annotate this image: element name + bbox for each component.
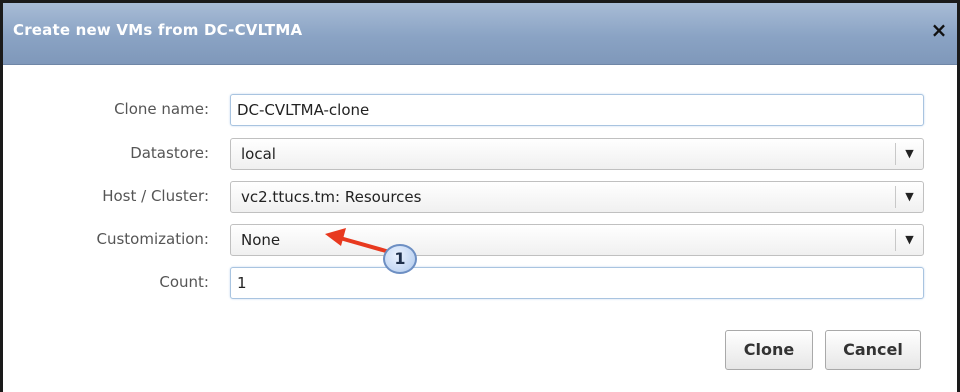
host-cluster-row: Host / Cluster: vc2.ttucs.tm: Resources … <box>3 181 957 213</box>
count-row: Count: 1 <box>3 267 957 299</box>
close-icon[interactable]: × <box>929 20 949 40</box>
host-cluster-select[interactable]: vc2.ttucs.tm: Resources ▼ <box>230 181 924 213</box>
clone-button[interactable]: Clone <box>725 330 813 370</box>
cancel-button[interactable]: Cancel <box>825 330 921 370</box>
datastore-label: Datastore: <box>130 144 209 162</box>
chevron-down-icon[interactable]: ▼ <box>895 143 923 165</box>
clone-name-label: Clone name: <box>114 100 209 118</box>
datastore-value: local <box>241 145 276 163</box>
host-cluster-value: vc2.ttucs.tm: Resources <box>241 188 422 206</box>
clone-name-input[interactable]: DC-CVLTMA-clone <box>230 94 924 126</box>
datastore-row: Datastore: local ▼ <box>3 138 957 170</box>
count-label: Count: <box>159 273 209 291</box>
dialog-titlebar: Create new VMs from DC-CVLTMA × <box>3 3 957 65</box>
customization-select[interactable]: None ▼ <box>230 224 924 256</box>
clone-vm-dialog: Create new VMs from DC-CVLTMA × Clone na… <box>0 0 960 392</box>
customization-label: Customization: <box>96 230 210 248</box>
count-input[interactable]: 1 <box>230 267 924 299</box>
chevron-down-icon[interactable]: ▼ <box>895 186 923 208</box>
dialog-title: Create new VMs from DC-CVLTMA <box>13 21 303 39</box>
host-cluster-label: Host / Cluster: <box>102 187 209 205</box>
clone-name-row: Clone name: DC-CVLTMA-clone <box>3 94 957 126</box>
customization-value: None <box>241 231 281 249</box>
datastore-select[interactable]: local ▼ <box>230 138 924 170</box>
chevron-down-icon[interactable]: ▼ <box>895 229 923 251</box>
annotation-badge: 1 <box>383 244 417 274</box>
customization-row: Customization: None ▼ <box>3 224 957 256</box>
